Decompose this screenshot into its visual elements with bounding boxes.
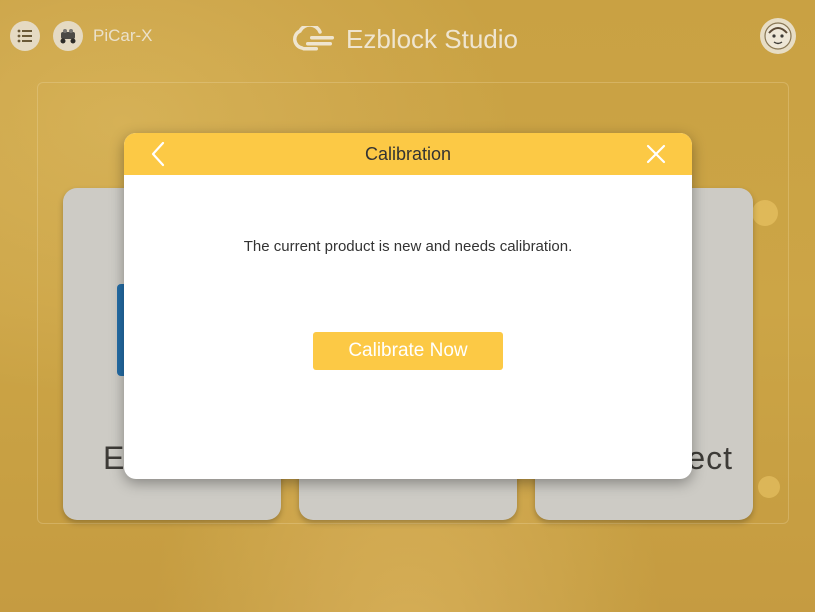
chevron-left-icon	[151, 141, 165, 167]
calibration-dialog: Calibration The current product is new a…	[124, 133, 692, 479]
calibrate-now-button[interactable]: Calibrate Now	[313, 332, 503, 370]
close-icon	[646, 144, 666, 164]
dialog-message: The current product is new and needs cal…	[243, 238, 573, 255]
dialog-header: Calibration	[124, 133, 692, 175]
dialog-title: Calibration	[364, 144, 452, 164]
close-button[interactable]	[642, 140, 670, 168]
back-button[interactable]	[144, 140, 172, 168]
